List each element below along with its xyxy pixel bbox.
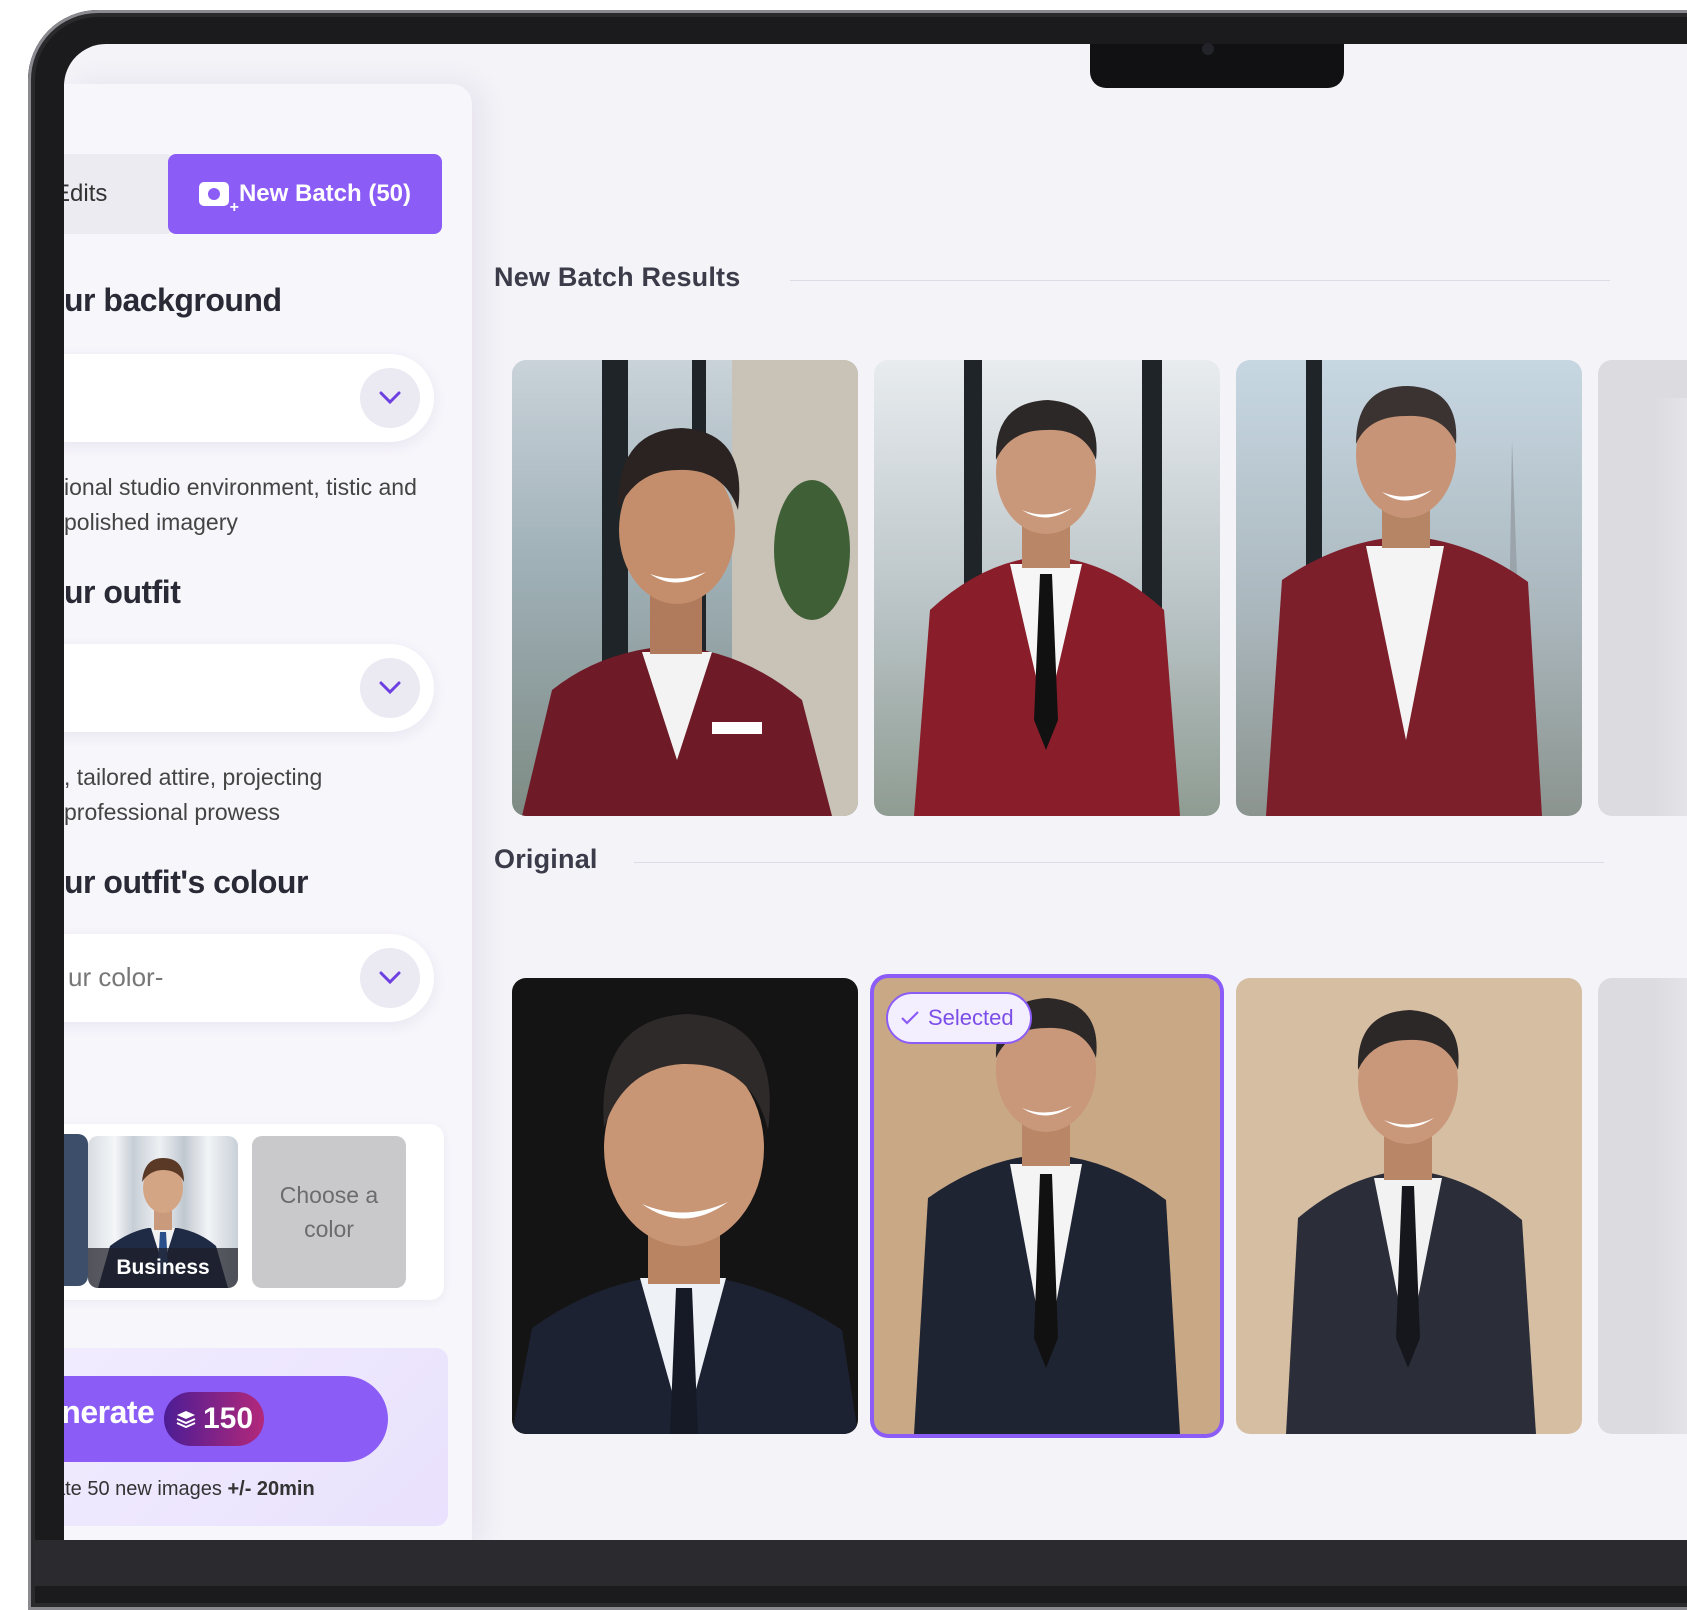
credit-badge: 150 (164, 1392, 264, 1446)
check-icon (901, 1011, 919, 1025)
settings-panel: Edits New Batch (50) ur background ional… (64, 84, 472, 1540)
outfit-select[interactable] (64, 644, 434, 732)
laptop-bottom-edge (34, 1540, 1687, 1586)
new-batch-title: New Batch Results (494, 262, 741, 292)
original-title: Original (494, 844, 598, 874)
camera-notch (1090, 44, 1344, 88)
outfit-description: , tailored attire, projecting profession… (64, 764, 323, 825)
layers-icon (176, 1411, 196, 1429)
section-divider (790, 280, 1610, 281)
generate-note: ate 50 new images +/- 20min (64, 1478, 315, 1501)
choose-color-button[interactable]: Choose a color (252, 1136, 406, 1288)
tab-edits[interactable]: Edits (64, 154, 174, 234)
result-photo-1[interactable] (512, 360, 858, 816)
outfit-colour-placeholder: ur color- (68, 962, 164, 992)
preset-business-label: Business (88, 1248, 238, 1288)
preset-partial[interactable] (64, 1134, 88, 1286)
chevron-down-icon[interactable] (360, 948, 420, 1008)
generate-time: +/- 20min (227, 1478, 315, 1500)
tab-new-batch-label: New Batch (50) (238, 180, 412, 207)
outfit-presets: Business Choose a color (64, 1124, 444, 1300)
generate-note-text: ate 50 new images (64, 1478, 222, 1500)
original-photo-2-image (914, 998, 1180, 1434)
result-photo-1-image (522, 360, 858, 816)
chevron-down-icon[interactable] (360, 368, 420, 428)
original-photo-1[interactable] (512, 978, 858, 1434)
result-photo-3[interactable] (1236, 360, 1582, 816)
background-select[interactable] (64, 354, 434, 442)
original-photo-3[interactable] (1236, 978, 1582, 1434)
result-photo-2[interactable] (874, 360, 1220, 816)
original-photo-1-image (512, 1014, 858, 1434)
camera-lens (1202, 43, 1214, 55)
outfit-heading: ur outfit (64, 574, 181, 610)
original-photo-3-image (1286, 1010, 1536, 1434)
outfit-colour-heading: ur outfit's colour (64, 864, 308, 900)
generate-box: enerate 150 ate 50 new images +/- 20min (64, 1348, 448, 1526)
edge-fade (1654, 398, 1687, 1498)
selected-label: Selected (928, 1005, 1014, 1030)
selected-badge: Selected (886, 992, 1032, 1044)
tab-new-batch[interactable]: New Batch (50) (168, 154, 442, 248)
background-heading: ur background (64, 282, 282, 318)
choose-color-label: Choose a color (279, 1182, 379, 1242)
generate-button[interactable]: enerate 150 (64, 1376, 388, 1462)
section-divider (634, 862, 1604, 863)
preset-business[interactable]: Business (88, 1136, 238, 1288)
tab-edits-label: Edits (64, 180, 108, 207)
result-photo-3-image (1266, 360, 1542, 816)
app-screen: Edits New Batch (50) ur background ional… (64, 44, 1687, 1540)
camera-plus-icon (198, 168, 239, 248)
result-photo-2-image (914, 360, 1180, 816)
credit-count: 150 (202, 1402, 254, 1435)
original-photo-2[interactable]: Selected (874, 978, 1220, 1434)
background-description: ional studio environment, tistic and pol… (64, 474, 417, 535)
generate-label: enerate (64, 1394, 155, 1430)
outfit-colour-select[interactable]: ur color- (64, 934, 434, 1022)
chevron-down-icon[interactable] (360, 658, 420, 718)
